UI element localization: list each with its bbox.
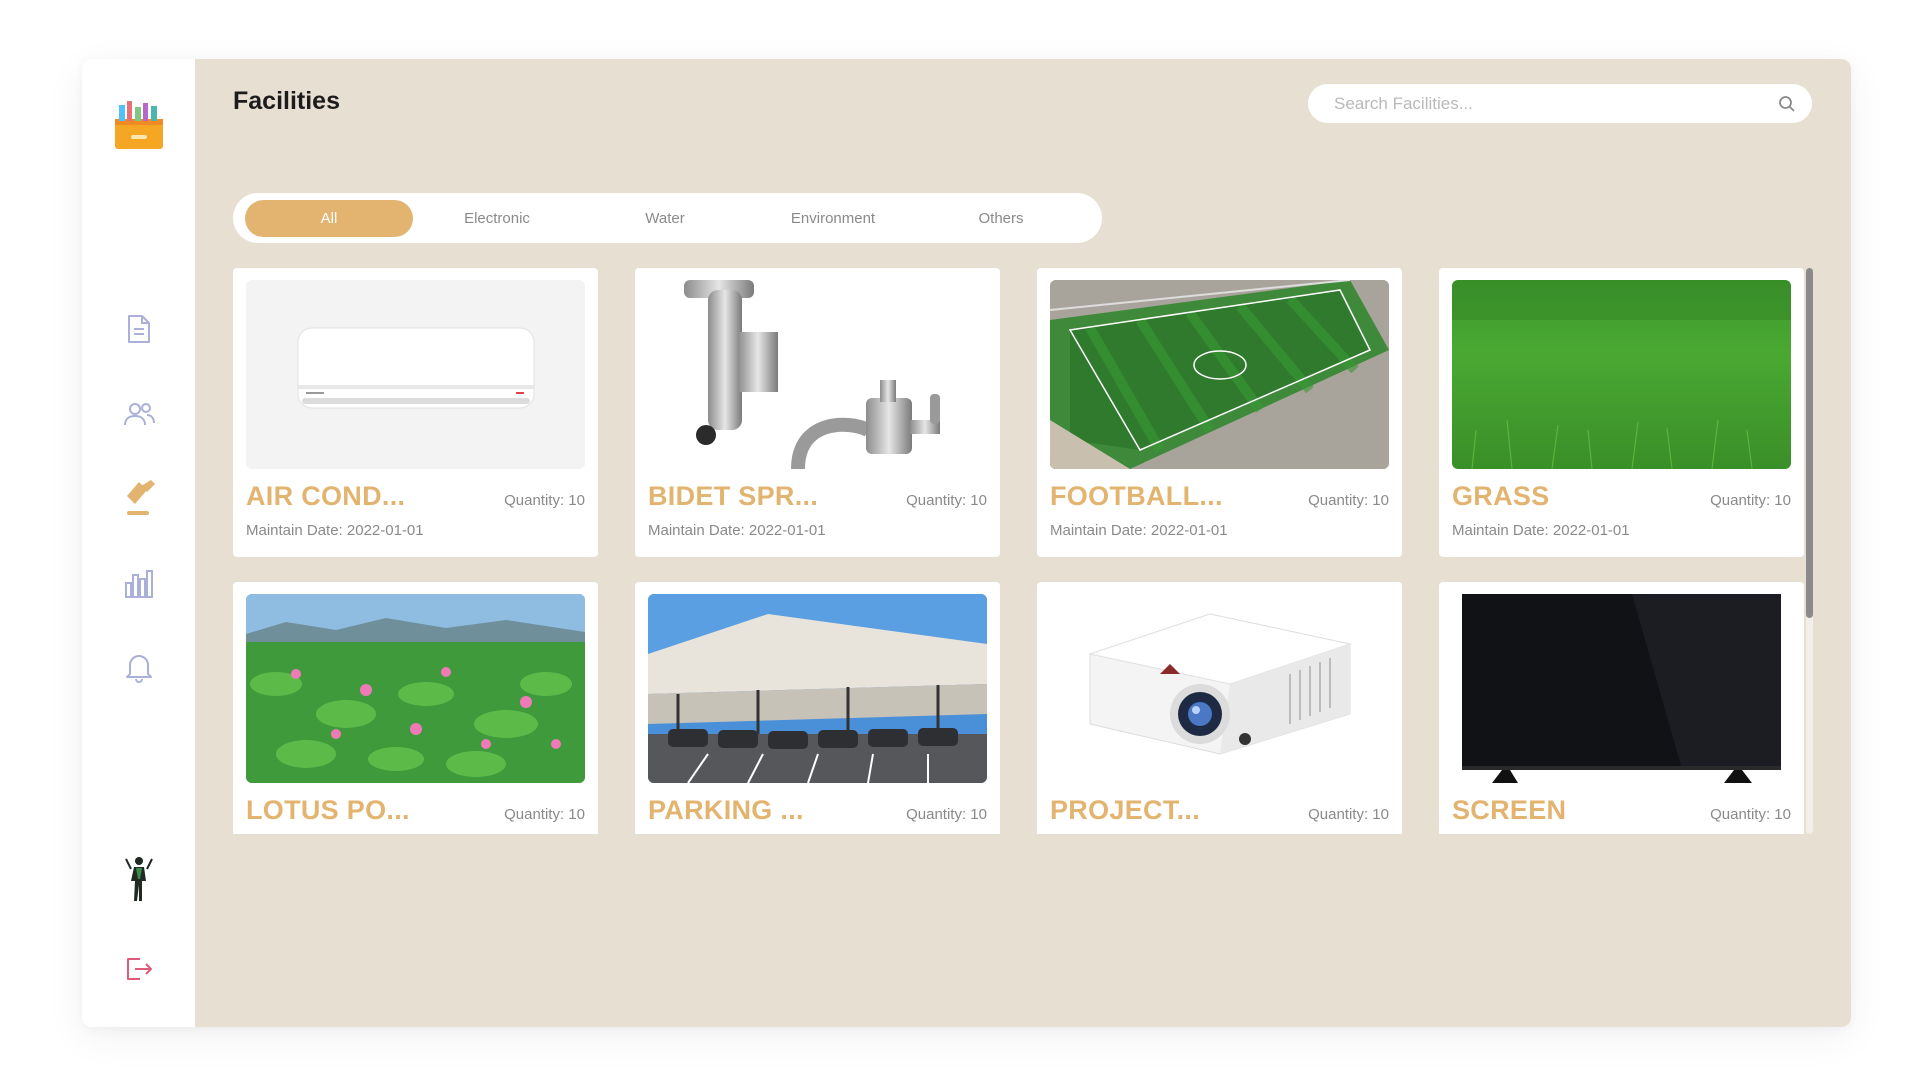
facility-card[interactable]: SCREEN Quantity: 10 bbox=[1439, 582, 1804, 834]
bidet-sprayer-image bbox=[648, 280, 987, 469]
facility-quantity: Quantity: 10 bbox=[504, 806, 585, 823]
facility-maintain-date: Maintain Date: 2022-01-01 bbox=[648, 522, 826, 539]
main-content: Facilities All Electronic Water Environm… bbox=[195, 59, 1851, 1027]
app-window: Facilities All Electronic Water Environm… bbox=[82, 59, 1851, 1027]
tab-environment[interactable]: Environment bbox=[749, 200, 917, 237]
avatar[interactable] bbox=[119, 855, 159, 903]
tab-water[interactable]: Water bbox=[581, 200, 749, 237]
facility-quantity: Quantity: 10 bbox=[906, 806, 987, 823]
facility-card[interactable]: LOTUS PO... Quantity: 10 bbox=[233, 582, 598, 834]
search-icon[interactable] bbox=[1778, 95, 1796, 113]
facility-name: BIDET SPR... bbox=[648, 481, 819, 511]
category-tabs: All Electronic Water Environment Others bbox=[233, 193, 1102, 243]
hammer-icon[interactable] bbox=[121, 480, 157, 516]
air-conditioner-image bbox=[246, 280, 585, 469]
search-input[interactable] bbox=[1334, 93, 1778, 114]
bar-chart-icon[interactable] bbox=[121, 565, 157, 601]
screen-image bbox=[1452, 594, 1791, 783]
facility-name: SCREEN bbox=[1452, 795, 1567, 825]
facility-maintain-date: Maintain Date: 2022-01-01 bbox=[246, 522, 424, 539]
tab-electronic[interactable]: Electronic bbox=[413, 200, 581, 237]
facility-name: AIR COND... bbox=[246, 481, 406, 511]
facility-name: GRASS bbox=[1452, 481, 1550, 511]
facility-name: PROJECT... bbox=[1050, 795, 1201, 825]
facility-maintain-date: Maintain Date: 2022-01-01 bbox=[1452, 522, 1630, 539]
facility-card[interactable]: GRASS Quantity: 10 Maintain Date: 2022-0… bbox=[1439, 268, 1804, 557]
facility-quantity: Quantity: 10 bbox=[1710, 492, 1791, 509]
facility-card[interactable]: PROJECT... Quantity: 10 bbox=[1037, 582, 1402, 834]
app-logo[interactable] bbox=[109, 95, 169, 155]
facility-card[interactable]: BIDET SPR... Quantity: 10 Maintain Date:… bbox=[635, 268, 1000, 557]
facility-name: FOOTBALL... bbox=[1050, 481, 1223, 511]
facility-maintain-date: Maintain Date: 2022-01-01 bbox=[1050, 522, 1228, 539]
facility-name: PARKING ... bbox=[648, 795, 804, 825]
facility-card[interactable]: PARKING ... Quantity: 10 bbox=[635, 582, 1000, 834]
facility-card[interactable]: AIR COND... Quantity: 10 Maintain Date: … bbox=[233, 268, 598, 557]
grass-image bbox=[1452, 280, 1791, 469]
lotus-pond-image bbox=[246, 594, 585, 783]
facility-name: LOTUS PO... bbox=[246, 795, 410, 825]
facility-quantity: Quantity: 10 bbox=[1308, 492, 1389, 509]
projector-image bbox=[1050, 594, 1389, 783]
users-icon[interactable] bbox=[121, 396, 157, 432]
logout-icon[interactable] bbox=[121, 951, 157, 987]
facility-grid: AIR COND... Quantity: 10 Maintain Date: … bbox=[233, 268, 1819, 834]
tab-others[interactable]: Others bbox=[917, 200, 1085, 237]
grid-scrollbar[interactable] bbox=[1806, 268, 1813, 834]
page-title: Facilities bbox=[233, 87, 340, 115]
facility-quantity: Quantity: 10 bbox=[906, 492, 987, 509]
facility-card[interactable]: FOOTBALL... Quantity: 10 Maintain Date: … bbox=[1037, 268, 1402, 557]
facility-quantity: Quantity: 10 bbox=[504, 492, 585, 509]
sidebar bbox=[82, 59, 195, 1027]
document-icon[interactable] bbox=[121, 311, 157, 347]
football-field-image bbox=[1050, 280, 1389, 469]
tab-all[interactable]: All bbox=[245, 199, 413, 237]
parking-image bbox=[648, 594, 987, 783]
search-bar[interactable] bbox=[1308, 84, 1812, 123]
facility-quantity: Quantity: 10 bbox=[1710, 806, 1791, 823]
scrollbar-thumb[interactable] bbox=[1806, 268, 1813, 618]
facility-quantity: Quantity: 10 bbox=[1308, 806, 1389, 823]
bell-icon[interactable] bbox=[121, 649, 157, 685]
